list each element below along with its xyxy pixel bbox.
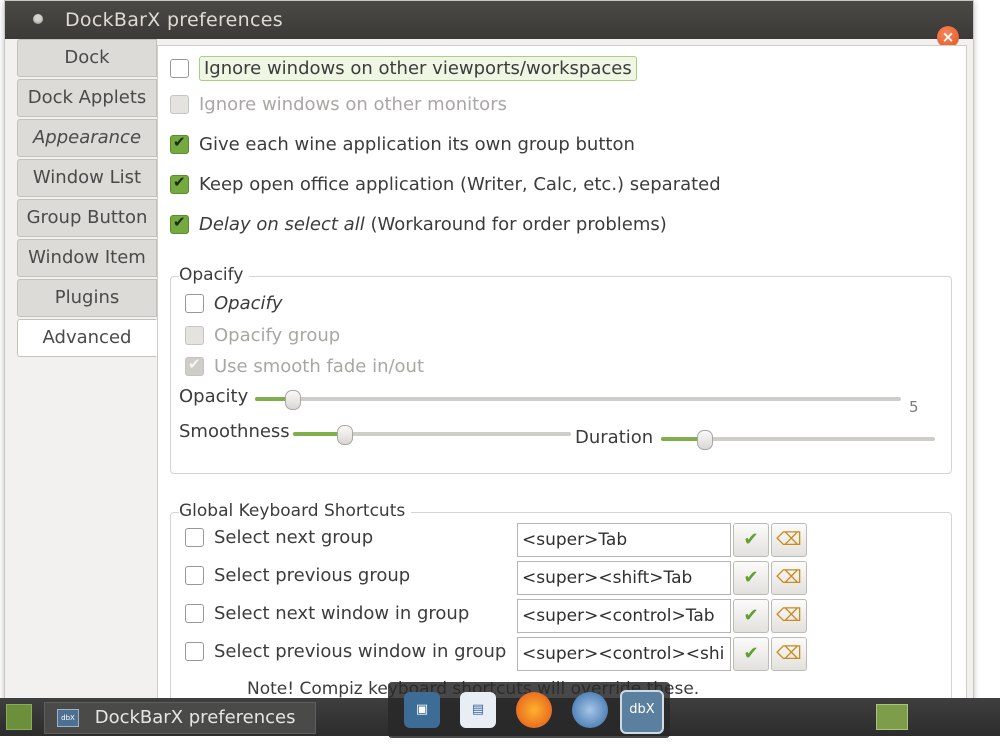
shortcut-label: Select previous window in group <box>214 641 507 662</box>
delay-select-all-note: (Workaround for order problems) <box>364 214 667 235</box>
preferences-window: DockBarX preferences × Dock Dock Applets… <box>4 0 974 716</box>
wine-groups-label: Give each wine application its own group… <box>199 134 635 155</box>
ignore-viewports-option[interactable]: Ignore windows on other viewports/worksp… <box>170 56 637 81</box>
clear-broom-icon[interactable]: ⌫ <box>771 561 807 595</box>
ignore-viewports-label: Ignore windows on other viewports/worksp… <box>199 56 637 81</box>
tab-group-button[interactable]: Group Button <box>17 199 157 237</box>
thunderbird-icon[interactable] <box>572 692 608 728</box>
opacity-value: 5 <box>909 398 919 416</box>
shortcuts-frame-label: Global Keyboard Shortcuts <box>179 501 412 521</box>
opacity-slider-handle[interactable] <box>285 390 301 410</box>
shortcut-label: Select previous group <box>214 565 411 586</box>
opacity-slider[interactable] <box>255 397 901 401</box>
shortcut-label: Select next group <box>214 527 374 548</box>
smoothness-label: Smoothness <box>179 421 290 442</box>
shortcut-row[interactable]: Select next group <box>185 527 373 548</box>
shortcut-label: Select next window in group <box>214 603 470 624</box>
shortcut-row[interactable]: Select previous window in group <box>185 641 506 662</box>
shortcut-entry[interactable]: <super>Tab <box>517 523 731 557</box>
shortcut-checkbox[interactable] <box>185 566 204 585</box>
tab-window-list[interactable]: Window List <box>17 159 157 197</box>
opacity-label: Opacity <box>179 386 249 407</box>
shortcut-checkbox[interactable] <box>185 642 204 661</box>
show-desktop-icon[interactable] <box>6 704 32 730</box>
duration-label: Duration <box>575 427 654 448</box>
shortcut-row[interactable]: Select previous group <box>185 565 410 586</box>
duration-slider-fill <box>661 437 701 441</box>
opacify-group-checkbox <box>185 326 204 345</box>
workspace-switcher-icon[interactable] <box>876 704 908 730</box>
delay-select-all-option[interactable]: Delay on select all (Workaround for orde… <box>170 213 667 235</box>
openoffice-separate-checkbox[interactable] <box>170 173 189 194</box>
opacify-option[interactable]: Opacify <box>185 293 283 314</box>
clear-broom-icon[interactable]: ⌫ <box>771 599 807 633</box>
advanced-panel: Ignore windows on other viewports/worksp… <box>157 45 967 715</box>
opacify-frame-label: Opacify <box>179 265 250 285</box>
delay-select-all-label: Delay on select all <box>199 214 365 235</box>
dockbarx-icon[interactable]: dbX <box>620 690 664 734</box>
window-menu-icon[interactable] <box>33 14 43 24</box>
tab-list: Dock Dock Applets Appearance Window List… <box>17 39 157 359</box>
ignore-viewports-checkbox[interactable] <box>170 59 189 78</box>
document-viewer-icon[interactable]: ▤ <box>460 692 496 728</box>
tab-dock[interactable]: Dock <box>17 39 157 77</box>
wine-groups-checkbox[interactable] <box>170 133 189 154</box>
tab-dock-applets[interactable]: Dock Applets <box>17 79 157 117</box>
shortcut-entry[interactable]: <super><control><shi <box>517 637 731 671</box>
opacify-group-label: Opacify group <box>214 325 341 346</box>
shortcut-entry[interactable]: <super><control>Tab <box>517 599 731 633</box>
openoffice-separate-option[interactable]: Keep open office application (Writer, Ca… <box>170 173 721 195</box>
taskbar-window-button[interactable]: dbX DockBarX preferences <box>44 702 316 734</box>
duration-slider-handle[interactable] <box>697 430 713 450</box>
tab-advanced[interactable]: Advanced <box>17 319 157 357</box>
smooth-fade-option: Use smooth fade in/out <box>185 355 425 377</box>
clear-broom-icon[interactable]: ⌫ <box>771 637 807 671</box>
apply-check-icon[interactable]: ✔ <box>733 599 769 633</box>
opacify-checkbox[interactable] <box>185 294 204 313</box>
tab-appearance[interactable]: Appearance <box>17 119 157 157</box>
tab-window-item[interactable]: Window Item <box>17 239 157 277</box>
tab-plugins[interactable]: Plugins <box>17 279 157 317</box>
ignore-monitors-checkbox <box>170 95 189 114</box>
title-bar[interactable]: DockBarX preferences × <box>5 1 973 48</box>
delay-select-all-checkbox[interactable] <box>170 213 189 234</box>
ignore-monitors-label: Ignore windows on other monitors <box>199 94 507 115</box>
apply-check-icon[interactable]: ✔ <box>733 637 769 671</box>
shortcut-checkbox[interactable] <box>185 528 204 547</box>
wine-groups-option[interactable]: Give each wine application its own group… <box>170 133 635 155</box>
screenshot-icon[interactable]: ▣ <box>404 692 440 728</box>
opacify-frame: Opacify Opacify Opacify group Use smooth… <box>170 265 952 474</box>
smooth-fade-checkbox <box>185 355 204 376</box>
ignore-monitors-option: Ignore windows on other monitors <box>170 94 507 115</box>
shortcut-entry[interactable]: <super><shift>Tab <box>517 561 731 595</box>
smoothness-slider-handle[interactable] <box>337 425 353 445</box>
openoffice-separate-label: Keep open office application (Writer, Ca… <box>199 174 721 195</box>
window-title: DockBarX preferences <box>65 9 283 31</box>
firefox-icon[interactable] <box>516 692 552 728</box>
opacify-label: Opacify <box>214 293 283 314</box>
smoothness-slider-fill <box>293 432 341 436</box>
smooth-fade-label: Use smooth fade in/out <box>214 356 425 377</box>
apply-check-icon[interactable]: ✔ <box>733 561 769 595</box>
opacify-group-option: Opacify group <box>185 325 340 346</box>
shortcut-checkbox[interactable] <box>185 604 204 623</box>
shortcut-row[interactable]: Select next window in group <box>185 603 469 624</box>
taskbar-window-label: DockBarX preferences <box>94 707 296 728</box>
clear-broom-icon[interactable]: ⌫ <box>771 523 807 557</box>
dockbarx-dock: ▣ ▤ dbX <box>388 682 670 738</box>
apply-check-icon[interactable]: ✔ <box>733 523 769 557</box>
dockbarx-icon: dbX <box>57 709 79 727</box>
